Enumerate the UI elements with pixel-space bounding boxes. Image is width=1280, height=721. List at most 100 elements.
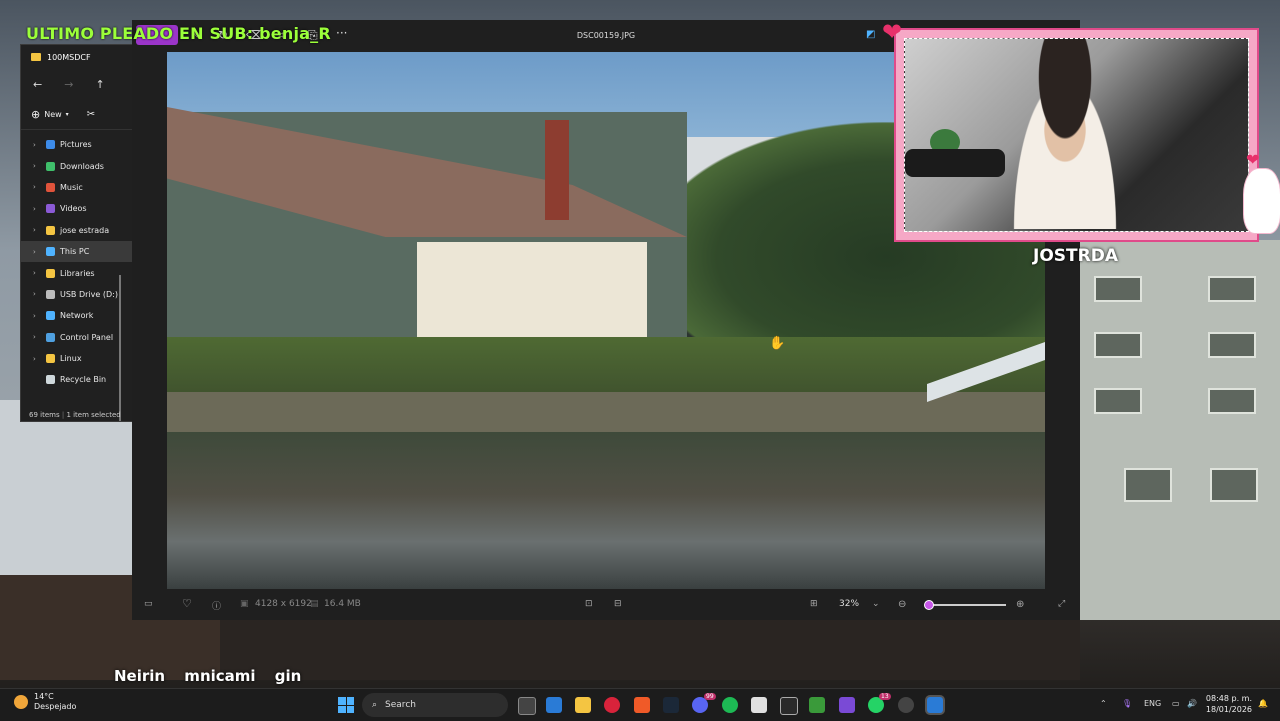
plus-circle-icon: ⊕ bbox=[31, 107, 41, 121]
photo-water-reflection bbox=[167, 432, 1045, 589]
photos-app-icon: ◩ bbox=[866, 29, 876, 40]
weather-widget[interactable]: 14°C Despejado bbox=[14, 692, 76, 712]
nav-item-label: Music bbox=[60, 182, 83, 192]
weather-temperature: 14°C bbox=[34, 692, 54, 701]
brave-icon[interactable] bbox=[634, 697, 650, 713]
streamer-name: JOSTRDA bbox=[1033, 246, 1118, 266]
obs-icon[interactable] bbox=[898, 697, 914, 713]
nav-item[interactable]: › jose estrada bbox=[21, 220, 133, 241]
task-view-icon[interactable] bbox=[518, 697, 536, 715]
music-icon bbox=[46, 182, 55, 192]
zoom-slider-thumb[interactable] bbox=[924, 600, 934, 610]
expand-chevron-icon[interactable]: › bbox=[33, 248, 41, 256]
zoom-out-icon[interactable]: ⊖ bbox=[898, 599, 906, 610]
opera-icon[interactable] bbox=[604, 697, 620, 713]
image-size-icon: ▣ bbox=[240, 599, 249, 609]
discord-badge: 99 bbox=[704, 693, 716, 700]
volume-icon[interactable]: 🔊 bbox=[1187, 699, 1197, 708]
forward-arrow-icon[interactable]: → bbox=[64, 78, 73, 91]
nav-item[interactable]: › Network bbox=[21, 305, 133, 326]
expand-chevron-icon[interactable]: › bbox=[33, 162, 41, 170]
clock[interactable]: 08:48 p. m. 18/01/2026 bbox=[1200, 693, 1252, 715]
language-indicator[interactable]: ENG bbox=[1144, 699, 1161, 708]
microphone-icon[interactable]: 🎙 bbox=[1122, 699, 1132, 708]
heart-decoration-icon: ❤ bbox=[1246, 150, 1260, 169]
this-pc-icon bbox=[46, 247, 55, 257]
expand-chevron-icon[interactable]: › bbox=[33, 141, 41, 149]
search-icon: ⌕ bbox=[372, 700, 378, 710]
file-explorer-taskbar-icon[interactable] bbox=[575, 697, 591, 713]
hand-cursor-icon: ✋ bbox=[769, 336, 786, 351]
notification-bell-icon[interactable]: 🔔 bbox=[1258, 699, 1268, 708]
photos-taskbar-icon[interactable] bbox=[927, 697, 943, 713]
nav-item[interactable]: Recycle Bin bbox=[21, 369, 133, 390]
nav-item[interactable]: › Pictures bbox=[21, 134, 133, 155]
status-selected: 1 item selected bbox=[66, 411, 121, 419]
nav-item[interactable]: › Libraries bbox=[21, 262, 133, 283]
new-button-label: New bbox=[44, 109, 62, 119]
expand-chevron-icon[interactable]: › bbox=[33, 312, 41, 320]
spotify-icon[interactable] bbox=[722, 697, 738, 713]
expand-chevron-icon[interactable]: › bbox=[33, 290, 41, 298]
minecraft-icon[interactable] bbox=[809, 697, 825, 713]
pictures-icon bbox=[46, 140, 55, 150]
nav-item[interactable]: › Downloads bbox=[21, 155, 133, 176]
expand-chevron-icon[interactable]: › bbox=[33, 226, 41, 234]
expand-chevron-icon[interactable]: › bbox=[33, 183, 41, 191]
widgets-app-icon[interactable] bbox=[546, 697, 562, 713]
tray-overflow-chevron-icon[interactable]: ⌃ bbox=[1100, 699, 1107, 708]
crystal-app-icon[interactable] bbox=[839, 697, 855, 713]
fullscreen-icon[interactable]: ⤢ bbox=[1058, 599, 1065, 609]
nav-item-label: Downloads bbox=[60, 161, 104, 171]
whatsapp-badge: 13 bbox=[879, 693, 891, 700]
store-bag-icon[interactable] bbox=[751, 697, 767, 713]
file-size-icon: ▤ bbox=[310, 599, 319, 609]
new-button[interactable]: ⊕ New ▾ bbox=[31, 108, 69, 121]
expand-chevron-icon[interactable]: › bbox=[33, 333, 41, 341]
expand-chevron-icon[interactable]: › bbox=[33, 269, 41, 277]
epic-games-icon[interactable] bbox=[780, 697, 798, 715]
navigation-pane: › Pictures › Downloads › Music › Videos › jose es… bbox=[21, 130, 133, 391]
image-filesize: 16.4 MB bbox=[324, 599, 361, 609]
zoom-slider-track[interactable] bbox=[926, 604, 1006, 606]
streamer bbox=[1000, 39, 1130, 229]
text-scan-icon[interactable]: ⊟ bbox=[614, 599, 622, 609]
search-box[interactable]: ⌕ Search bbox=[362, 693, 508, 717]
chevron-down-icon: ▾ bbox=[65, 110, 69, 118]
back-arrow-icon[interactable]: ← bbox=[33, 78, 42, 91]
folder-icon bbox=[46, 268, 55, 278]
last-sub-overlay: ULTIMO PLEADO EN SUB: benja_R bbox=[26, 24, 331, 43]
nav-item[interactable]: › This PC bbox=[21, 240, 133, 263]
network-icon[interactable]: ▭ bbox=[1172, 699, 1180, 708]
steam-icon[interactable] bbox=[663, 697, 679, 713]
nav-item[interactable]: › USB Drive (D:) bbox=[21, 284, 133, 305]
nav-item-label: Libraries bbox=[60, 268, 95, 278]
expand-chevron-icon[interactable]: › bbox=[33, 355, 41, 363]
videos-icon bbox=[46, 204, 55, 214]
status-item-count: 69 items bbox=[29, 411, 60, 419]
explorer-nav: ← → ↑ bbox=[21, 69, 133, 99]
navigation-scrollbar[interactable] bbox=[119, 275, 121, 421]
zoom-dropdown-chevron-icon[interactable]: ⌄ bbox=[872, 599, 880, 609]
nav-item-label: Videos bbox=[60, 204, 87, 214]
favorite-heart-icon[interactable]: ♡ bbox=[182, 597, 192, 610]
nav-item[interactable]: › Linux bbox=[21, 348, 133, 369]
nav-item-label: Recycle Bin bbox=[60, 375, 107, 385]
zoom-level[interactable]: 32% bbox=[839, 599, 859, 609]
cut-icon[interactable]: ✂ bbox=[87, 109, 95, 120]
zoom-in-icon[interactable]: ⊕ bbox=[1016, 599, 1024, 610]
filmstrip-icon[interactable]: ▭ bbox=[144, 599, 153, 609]
expand-chevron-icon[interactable]: › bbox=[33, 205, 41, 213]
up-arrow-icon[interactable]: ↑ bbox=[95, 78, 104, 91]
nav-item[interactable]: › Control Panel bbox=[21, 327, 133, 348]
info-icon[interactable]: ⓘ bbox=[212, 599, 221, 612]
visual-search-icon[interactable]: ⊡ bbox=[585, 599, 593, 609]
webcam-feed bbox=[904, 38, 1249, 232]
nav-item[interactable]: › Videos bbox=[21, 198, 133, 219]
nav-item-label: Network bbox=[60, 311, 94, 321]
start-button[interactable] bbox=[338, 697, 354, 713]
nav-item[interactable]: › Music bbox=[21, 177, 133, 198]
fit-to-window-icon[interactable]: ⊞ bbox=[810, 599, 818, 609]
nav-item-label: This PC bbox=[60, 247, 90, 257]
folder-icon bbox=[31, 53, 41, 61]
